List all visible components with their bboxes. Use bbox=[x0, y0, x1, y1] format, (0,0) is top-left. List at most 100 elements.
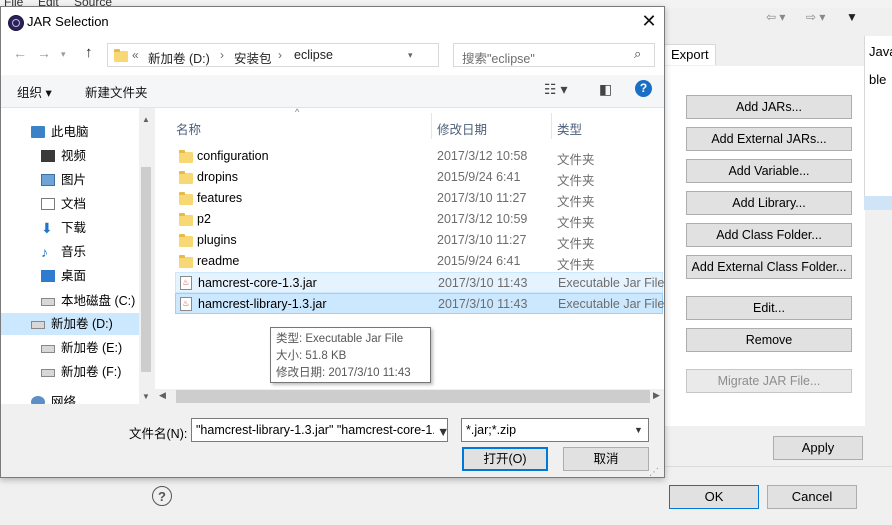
side-panel: Java ble bbox=[864, 36, 892, 206]
dialog-cancel-button[interactable]: 取消 bbox=[563, 447, 649, 471]
computer-icon bbox=[31, 126, 45, 138]
scroll-left-icon[interactable]: ◀ bbox=[159, 390, 166, 401]
filename-label: 文件名(N): bbox=[129, 427, 188, 441]
tooltip-type: 类型: Executable Jar File bbox=[276, 333, 404, 345]
organize-menu[interactable]: 组织 ▾ bbox=[17, 82, 52, 101]
folder-icon bbox=[114, 49, 128, 62]
jar-file-icon: ♨ bbox=[180, 276, 192, 290]
file-type-filter[interactable]: *.jar;*.zip ▼ bbox=[461, 418, 649, 442]
back-nav-icon[interactable]: ⇦ ▾ bbox=[766, 10, 785, 24]
back-arrow-icon[interactable]: ← bbox=[13, 45, 27, 61]
column-header-modified[interactable]: 修改日期 bbox=[437, 119, 487, 138]
tab-export[interactable]: Export bbox=[664, 44, 716, 65]
add-jars-button[interactable]: Add JARs... bbox=[686, 95, 852, 119]
properties-cancel-button[interactable]: Cancel bbox=[767, 485, 857, 509]
file-type: 文件夹 bbox=[557, 153, 595, 167]
chevron-down-icon[interactable]: ▼ bbox=[434, 425, 447, 439]
remove-button[interactable]: Remove bbox=[686, 328, 852, 352]
address-dropdown-icon[interactable]: ▾ bbox=[408, 50, 413, 61]
hscrollbar-thumb[interactable] bbox=[176, 390, 650, 403]
scroll-down-icon[interactable]: ▼ bbox=[142, 392, 150, 401]
add-external-class-folder-button[interactable]: Add External Class Folder... bbox=[686, 255, 852, 279]
add-external-jars-button[interactable]: Add External JARs... bbox=[686, 127, 852, 151]
file-row-configuration[interactable]: configuration 2017/3/12 10:58 文件夹 bbox=[175, 146, 663, 167]
jar-file-icon: ♨ bbox=[180, 297, 192, 311]
nav-item-drive-d[interactable]: 新加卷 (D:) bbox=[1, 313, 139, 335]
add-library-button[interactable]: Add Library... bbox=[686, 191, 852, 215]
chevron-right-icon[interactable]: › bbox=[278, 48, 282, 62]
nav-label: 视频 bbox=[61, 149, 87, 163]
address-segment-eclipse[interactable]: eclipse bbox=[294, 48, 333, 62]
file-row-dropins[interactable]: dropins 2015/9/24 6:41 文件夹 bbox=[175, 167, 663, 188]
file-name: p2 bbox=[197, 212, 211, 226]
file-type: 文件夹 bbox=[557, 216, 595, 230]
help-icon[interactable]: ? bbox=[152, 486, 172, 506]
scroll-up-icon[interactable]: ▲ bbox=[142, 115, 150, 124]
scroll-right-icon[interactable]: ▶ bbox=[653, 390, 660, 401]
search-icon[interactable]: ⌕ bbox=[634, 46, 641, 62]
folder-icon bbox=[179, 171, 193, 184]
edit-button[interactable]: Edit... bbox=[686, 296, 852, 320]
new-folder-button[interactable]: 新建文件夹 bbox=[85, 82, 148, 101]
file-row-plugins[interactable]: plugins 2017/3/10 11:27 文件夹 bbox=[175, 230, 663, 251]
file-row-features[interactable]: features 2017/3/10 11:27 文件夹 bbox=[175, 188, 663, 209]
column-divider[interactable] bbox=[431, 113, 432, 139]
file-date: 2017/3/10 11:27 bbox=[437, 191, 527, 205]
address-bar[interactable]: « 新加卷 (D:) › 安装包 › eclipse ▾ ↻ bbox=[107, 43, 538, 67]
view-options-icon[interactable]: ☷ ▾ bbox=[544, 81, 567, 98]
network-icon bbox=[31, 396, 45, 404]
drive-icon bbox=[41, 369, 55, 377]
file-row-readme[interactable]: readme 2015/9/24 6:41 文件夹 bbox=[175, 251, 663, 272]
column-header-type[interactable]: 类型 bbox=[557, 119, 582, 138]
file-row-hamcrest-library[interactable]: ♨ hamcrest-library-1.3.jar 2017/3/10 11:… bbox=[175, 293, 664, 314]
open-button[interactable]: 打开(O) bbox=[462, 447, 548, 471]
apply-button[interactable]: Apply bbox=[773, 436, 863, 460]
filename-input[interactable]: "hamcrest-library-1.3.jar" "hamcrest-cor… bbox=[191, 418, 448, 442]
nav-label: 新加卷 (D:) bbox=[51, 317, 113, 331]
folder-icon bbox=[179, 150, 193, 163]
file-row-hamcrest-core[interactable]: ♨ hamcrest-core-1.3.jar 2017/3/10 11:43 … bbox=[175, 272, 664, 293]
address-segment-drive[interactable]: 新加卷 (D:) bbox=[148, 48, 210, 67]
resize-grip-icon[interactable]: ⋰ bbox=[649, 467, 659, 478]
address-overflow[interactable]: « bbox=[132, 48, 139, 62]
nav-label: 图片 bbox=[61, 173, 87, 187]
add-variable-button[interactable]: Add Variable... bbox=[686, 159, 852, 183]
column-divider[interactable] bbox=[551, 113, 552, 139]
file-name: plugins bbox=[197, 233, 237, 247]
chevron-right-icon[interactable]: › bbox=[220, 48, 224, 62]
recent-locations-chevron-icon[interactable]: ▾ bbox=[61, 49, 66, 60]
file-name: features bbox=[197, 191, 243, 205]
jar-selection-dialog: JAR Selection ✕ ← → ▾ ↑ « 新加卷 (D:) › 安装包… bbox=[0, 6, 665, 478]
file-row-p2[interactable]: p2 2017/3/12 10:59 文件夹 bbox=[175, 209, 663, 230]
nav-label: 桌面 bbox=[61, 269, 87, 283]
file-type: 文件夹 bbox=[557, 174, 595, 188]
up-arrow-icon[interactable]: ↑ bbox=[85, 44, 93, 61]
nav-label: 新加卷 (F:) bbox=[61, 365, 122, 379]
sort-ascending-icon: ^ bbox=[295, 107, 300, 117]
chevron-down-icon[interactable]: ▼ bbox=[634, 425, 643, 435]
forward-nav-icon[interactable]: ⇨ ▾ bbox=[806, 10, 825, 24]
nav-scrollbar-thumb[interactable] bbox=[141, 167, 151, 372]
folder-icon bbox=[179, 213, 193, 226]
migrate-jar-button[interactable]: Migrate JAR File... bbox=[686, 369, 852, 393]
file-date: 2015/9/24 6:41 bbox=[437, 170, 521, 184]
add-class-folder-button[interactable]: Add Class Folder... bbox=[686, 223, 852, 247]
pictures-icon bbox=[41, 174, 55, 186]
search-input[interactable]: 搜索"eclipse" ⌕ bbox=[453, 43, 655, 67]
file-name: configuration bbox=[197, 149, 269, 163]
nav-item-this-pc[interactable]: 此电脑 bbox=[21, 121, 153, 143]
help-icon[interactable]: ? bbox=[635, 80, 652, 97]
address-segment-folder[interactable]: 安装包 bbox=[234, 48, 272, 67]
close-icon[interactable]: ✕ bbox=[639, 11, 659, 32]
column-header-name[interactable]: 名称 bbox=[176, 119, 201, 138]
ok-button[interactable]: OK bbox=[669, 485, 759, 509]
preview-pane-icon[interactable]: ◧ bbox=[599, 81, 612, 98]
forward-arrow-icon[interactable]: → bbox=[37, 45, 51, 61]
tooltip-size: 大小: 51.8 KB bbox=[276, 350, 347, 362]
view-menu-icon[interactable]: ▼ bbox=[846, 10, 858, 24]
video-icon bbox=[41, 150, 55, 162]
nav-item-network[interactable]: 网络 bbox=[21, 391, 153, 404]
nav-label: 此电脑 bbox=[51, 125, 89, 139]
nav-label: 音乐 bbox=[61, 245, 87, 259]
tooltip-date: 修改日期: 2017/3/10 11:43 bbox=[276, 367, 411, 379]
